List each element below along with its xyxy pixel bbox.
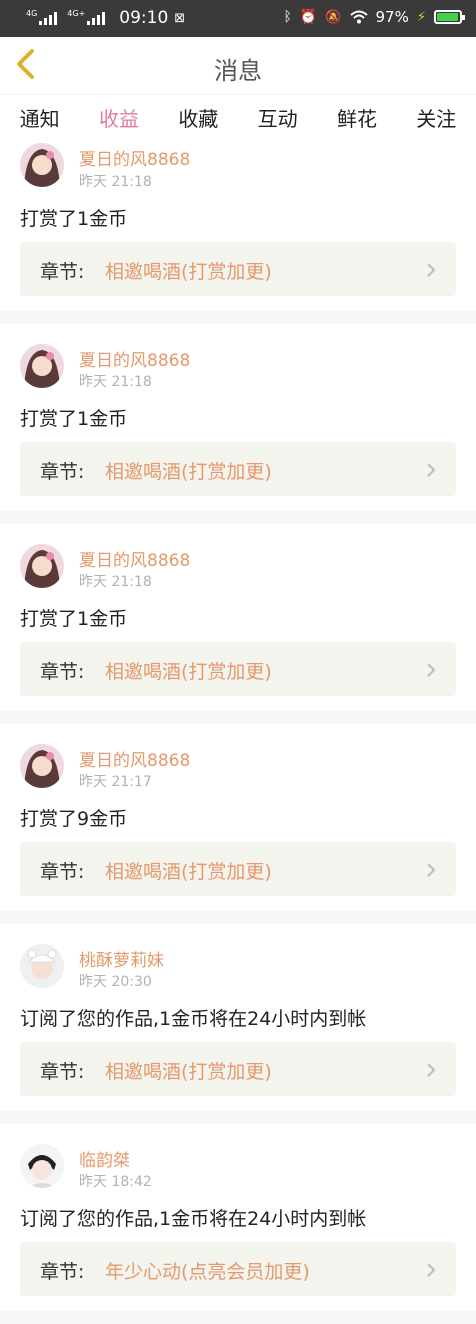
avatar[interactable] xyxy=(20,143,64,187)
tab-following[interactable]: 关注 xyxy=(413,103,459,132)
chapter-title: 相邀喝酒(打赏加更) xyxy=(105,661,272,683)
battery-percent: 97% xyxy=(375,8,409,26)
network-type-1: 4G xyxy=(26,8,38,18)
chevron-right-icon xyxy=(427,1063,436,1077)
timestamp: 昨天 21:17 xyxy=(79,774,152,790)
avatar[interactable] xyxy=(20,744,64,788)
chapter-title: 相邀喝酒(打赏加更) xyxy=(105,261,272,283)
chapter-link[interactable]: 章节: 相邀喝酒(打赏加更) xyxy=(20,1042,456,1096)
timestamp: 昨天 21:18 xyxy=(79,574,152,590)
timestamp: 昨天 21:18 xyxy=(79,374,152,390)
chevron-right-icon xyxy=(427,663,436,677)
list-item: 临韵桀 昨天 18:42 订阅了您的作品,1金币将在24小时内到帐 章节: 年少… xyxy=(0,1124,476,1311)
tab-earnings[interactable]: 收益 xyxy=(96,103,142,142)
chapter-link[interactable]: 章节: 相邀喝酒(打赏加更) xyxy=(20,642,456,696)
wifi-icon xyxy=(349,10,368,24)
chevron-right-icon xyxy=(427,463,436,477)
alarm-icon: ⏰ xyxy=(299,9,318,25)
bluetooth-icon: ᛒ xyxy=(283,9,292,25)
chapter-title: 相邀喝酒(打赏加更) xyxy=(105,861,272,883)
username[interactable]: 夏日的风8868 xyxy=(79,145,190,170)
screenshot-icon: ⊠ xyxy=(174,10,186,26)
tab-favorites[interactable]: 收藏 xyxy=(175,103,221,132)
username[interactable]: 夏日的风8868 xyxy=(79,346,190,371)
chapter-link[interactable]: 章节: 相邀喝酒(打赏加更) xyxy=(20,842,456,896)
tab-interaction[interactable]: 互动 xyxy=(255,103,301,132)
chapter-title: 相邀喝酒(打赏加更) xyxy=(105,461,272,483)
timestamp: 昨天 20:30 xyxy=(79,974,152,990)
earnings-list: 夏日的风8868 昨天 21:18 打赏了1金币 章节: 相邀喝酒(打赏加更) … xyxy=(0,139,476,1324)
status-bar: 4G 4G+ 09:10 ⊠ ᛒ ⏰ 🔕 97% ⚡ xyxy=(0,0,476,37)
username[interactable]: 桃酥萝莉妹 xyxy=(79,946,164,971)
tab-bar: 通知 收益 收藏 互动 鲜花 关注 xyxy=(0,95,476,142)
chevron-right-icon xyxy=(427,263,436,277)
message-text: 订阅了您的作品,1金币将在24小时内到帐 xyxy=(20,1208,367,1230)
mute-icon: 🔕 xyxy=(325,9,342,25)
list-item: 夏日的风8868 昨天 21:18 打赏了1金币 章节: 相邀喝酒(打赏加更) xyxy=(0,524,476,711)
message-text: 订阅了您的作品,1金币将在24小时内到帐 xyxy=(20,1008,367,1030)
message-text: 打赏了9金币 xyxy=(20,808,128,830)
list-item: 夏日的风8868 昨天 21:18 打赏了1金币 章节: 相邀喝酒(打赏加更) xyxy=(0,139,476,311)
list-item: 夏日的风8868 昨天 21:17 打赏了9金币 章节: 相邀喝酒(打赏加更) xyxy=(0,724,476,911)
battery-icon xyxy=(434,10,465,24)
chapter-label: 章节: xyxy=(40,661,85,683)
signal-icon xyxy=(87,11,109,25)
chevron-right-icon xyxy=(427,1263,436,1277)
page-title: 消息 xyxy=(214,57,262,85)
chapter-link[interactable]: 章节: 相邀喝酒(打赏加更) xyxy=(20,242,456,296)
username[interactable]: 夏日的风8868 xyxy=(79,746,190,771)
nav-bar: 消息 xyxy=(0,37,476,95)
list-item: 夏日的风8868 昨天 21:18 打赏了1金币 章节: 相邀喝酒(打赏加更) xyxy=(0,324,476,511)
tab-flowers[interactable]: 鲜花 xyxy=(334,103,380,132)
avatar[interactable] xyxy=(20,544,64,588)
message-text: 打赏了1金币 xyxy=(20,208,128,230)
avatar[interactable] xyxy=(20,944,64,988)
chapter-title: 相邀喝酒(打赏加更) xyxy=(105,1061,272,1083)
message-text: 打赏了1金币 xyxy=(20,608,128,630)
chevron-right-icon xyxy=(427,863,436,877)
chapter-label: 章节: xyxy=(40,461,85,483)
charging-icon: ⚡ xyxy=(416,9,426,25)
network-type-2: 4G+ xyxy=(67,8,86,18)
timestamp: 昨天 18:42 xyxy=(79,1174,152,1190)
chapter-label: 章节: xyxy=(40,261,85,283)
chapter-label: 章节: xyxy=(40,1061,85,1083)
avatar[interactable] xyxy=(20,1144,64,1188)
message-text: 打赏了1金币 xyxy=(20,408,128,430)
chapter-label: 章节: xyxy=(40,861,85,883)
list-item: 桃酥萝莉妹 昨天 20:30 订阅了您的作品,1金币将在24小时内到帐 章节: … xyxy=(0,924,476,1111)
signal-icon xyxy=(39,11,61,25)
chapter-link[interactable]: 章节: 年少心动(点亮会员加更) xyxy=(20,1242,456,1296)
chapter-link[interactable]: 章节: 相邀喝酒(打赏加更) xyxy=(20,442,456,496)
tab-notice[interactable]: 通知 xyxy=(17,103,63,132)
timestamp: 昨天 21:18 xyxy=(79,174,152,190)
avatar[interactable] xyxy=(20,344,64,388)
username[interactable]: 临韵桀 xyxy=(79,1146,130,1171)
clock-time: 09:10 xyxy=(119,8,169,28)
username[interactable]: 夏日的风8868 xyxy=(79,546,190,571)
